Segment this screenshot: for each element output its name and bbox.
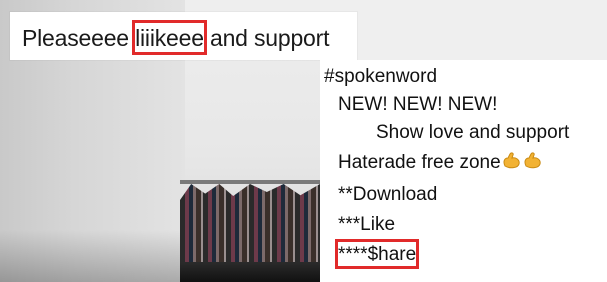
post-line-like: ***Like <box>338 214 396 235</box>
post-line-haterade-text: Haterade free zone <box>338 152 501 173</box>
caption-text: Pleaseeee liiikeee and support <box>22 20 330 55</box>
caption-highlight-text: liiikeee <box>135 25 204 51</box>
post-text-card: #spokenword NEW! NEW! NEW! Show love and… <box>320 60 607 282</box>
caption-highlight: liiikeee <box>132 20 207 55</box>
screenshot-frame: Pleaseeee liiikeee and support #spokenwo… <box>0 0 607 282</box>
hashtag-link[interactable]: #spokenword <box>324 66 437 88</box>
post-line-haterade: Haterade free zone <box>338 152 543 174</box>
share-text: ****$hare <box>338 244 417 265</box>
caption-after: and support <box>203 25 330 51</box>
post-line-share: ****$hare <box>335 239 420 269</box>
post-line-download: **Download <box>338 184 438 205</box>
clothing-on-rack <box>180 184 320 264</box>
flexed-biceps-icon <box>502 152 522 170</box>
clothing-rack-base <box>180 262 320 282</box>
flexed-biceps-icon <box>523 152 543 170</box>
caption-before: Pleaseeee <box>22 25 136 51</box>
clothing-rack-bar <box>180 180 320 184</box>
post-line-show-love: Show love and support <box>376 122 570 143</box>
share-highlight: ****$hare <box>335 239 420 269</box>
photo-shadow <box>0 230 180 282</box>
post-line-new: NEW! NEW! NEW! <box>338 94 498 115</box>
